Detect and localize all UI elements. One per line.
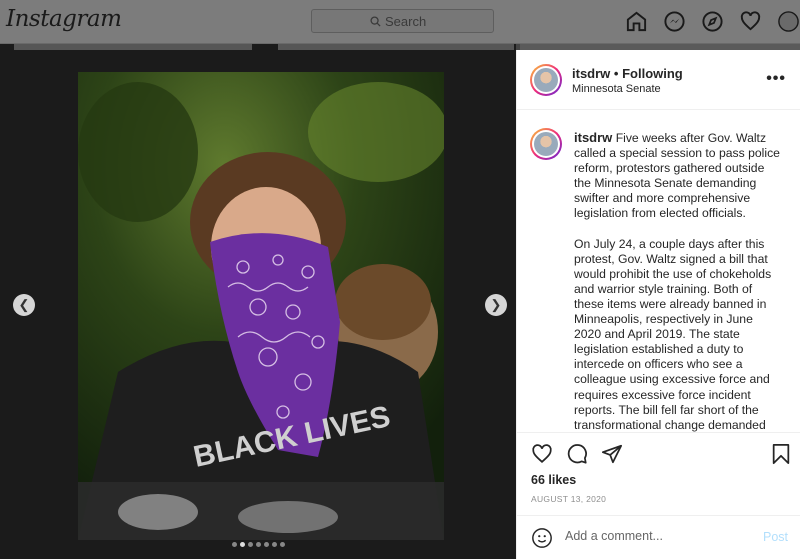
chevron-left-icon: ❮: [18, 297, 30, 312]
post-location[interactable]: Minnesota Senate: [572, 83, 661, 95]
home-icon[interactable]: [625, 10, 648, 33]
post-caption: itsdrw Five weeks after Gov. Waltz calle…: [574, 130, 782, 432]
search-box[interactable]: [311, 9, 494, 33]
caption-scroll-area[interactable]: itsdrw Five weeks after Gov. Waltz calle…: [517, 110, 800, 433]
bookmark-icon[interactable]: [770, 443, 792, 465]
search-input[interactable]: [385, 13, 435, 29]
next-photo-button[interactable]: ❯: [485, 294, 507, 316]
likes-count[interactable]: 66 likes: [531, 473, 576, 487]
chevron-right-icon: ❯: [490, 297, 502, 312]
comment-icon[interactable]: [566, 443, 588, 465]
carousel-dot: [256, 542, 261, 547]
carousel-dot: [248, 542, 253, 547]
profile-icon[interactable]: [777, 10, 800, 33]
post-photo[interactable]: BLACK LIVES: [78, 72, 444, 540]
carousel-dot: [272, 542, 277, 547]
following-status[interactable]: • Following: [614, 66, 683, 81]
post-username[interactable]: itsdrw: [572, 66, 610, 81]
caption-paragraph: On July 24, a couple days after this pro…: [574, 236, 772, 432]
heart-icon[interactable]: [739, 10, 762, 33]
carousel-indicator: [232, 542, 285, 547]
previous-photo-button[interactable]: ❮: [13, 294, 35, 316]
post-comment-button[interactable]: Post: [763, 530, 788, 544]
emoji-icon[interactable]: [531, 527, 553, 549]
more-options-icon[interactable]: •••: [766, 70, 786, 88]
caption-username[interactable]: itsdrw: [574, 130, 612, 145]
post-header: itsdrw • Following Minnesota Senate •••: [517, 50, 800, 110]
comment-composer: Post: [517, 515, 800, 559]
instagram-logo[interactable]: Instagram: [6, 6, 122, 32]
like-heart-icon[interactable]: [531, 443, 553, 465]
comment-input[interactable]: [565, 529, 745, 543]
carousel-dot: [232, 542, 237, 547]
search-icon: [370, 15, 381, 27]
carousel-dot: [280, 542, 285, 547]
explore-icon[interactable]: [701, 10, 724, 33]
post-detail-panel: itsdrw • Following Minnesota Senate ••• …: [516, 50, 800, 559]
carousel-dot: [264, 542, 269, 547]
avatar[interactable]: [530, 64, 562, 96]
feed-thumbnail-strip: [278, 44, 514, 50]
caption-avatar[interactable]: [530, 128, 562, 160]
messenger-icon[interactable]: [663, 10, 686, 33]
post-date[interactable]: AUGUST 13, 2020: [531, 494, 606, 504]
carousel-dot: [240, 542, 245, 547]
share-icon[interactable]: [601, 443, 623, 465]
top-navbar: Instagram: [0, 0, 800, 44]
action-bar: [531, 443, 790, 467]
feed-thumbnail-strip: [14, 44, 252, 50]
